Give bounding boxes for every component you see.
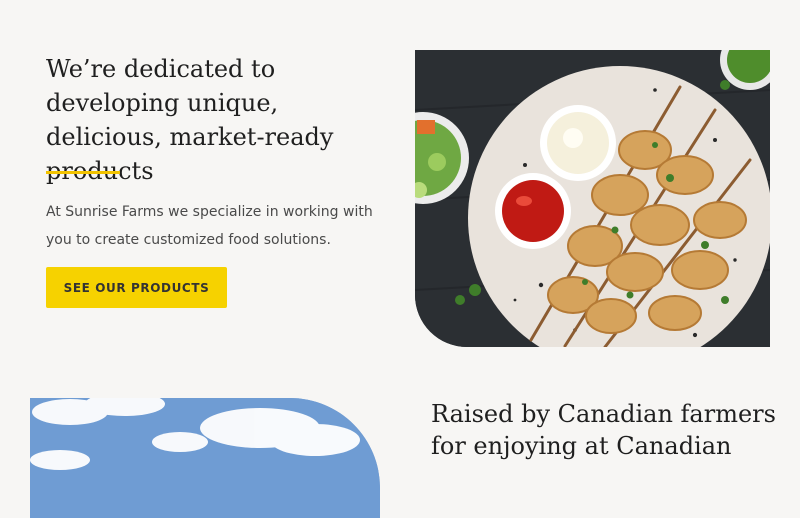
chicken-skewers-plate-illustration [415,50,770,347]
section2-headline: Raised by Canadian farmers for enjoying … [431,400,776,460]
hero-description: At Sunrise Farms we specialize in workin… [46,204,373,248]
headline-divider [46,171,120,174]
sky-clouds-image [30,398,380,518]
canadian-farmers-section: Raised by Canadian farmers for enjoying … [0,380,800,518]
chicken-skewers-image [415,50,770,347]
see-our-products-button[interactable]: SEE OUR PRODUCTS [46,267,227,308]
sky-clouds-illustration [30,398,380,518]
hero-section: We’re dedicated to developing unique, de… [0,0,800,380]
hero-headline: We’re dedicated to developing unique, de… [46,55,334,185]
